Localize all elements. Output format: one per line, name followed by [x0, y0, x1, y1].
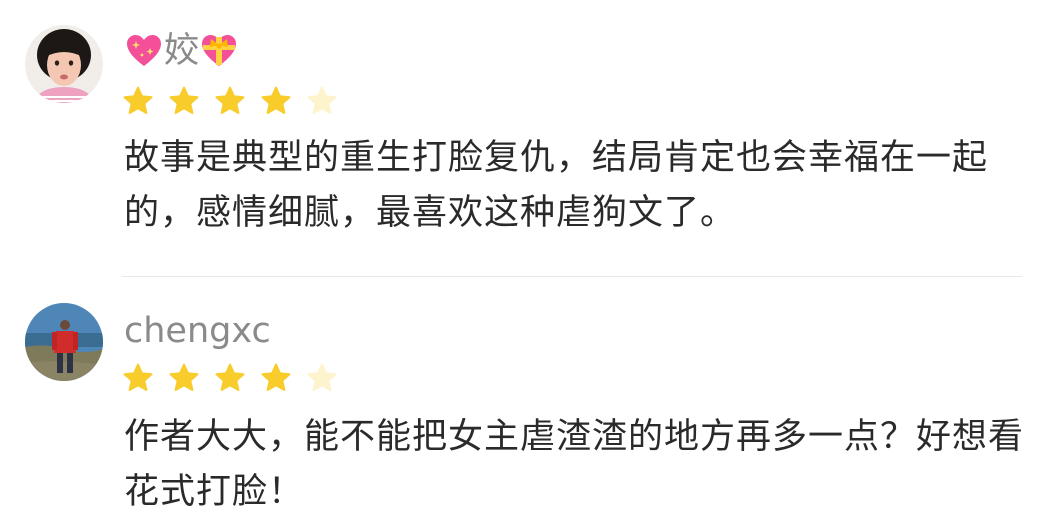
star-empty-icon — [306, 362, 338, 394]
avatar[interactable] — [25, 303, 103, 381]
comment-line: 花式打脸！ — [124, 472, 305, 512]
star-icon — [168, 362, 200, 394]
review-comment: 故事是典型的重生打脸复仇，结局肯定也会幸福在一起 的，感情细腻，最喜欢这种虐狗文… — [124, 131, 1024, 241]
star-icon — [122, 362, 154, 394]
sparkling-heart-icon — [124, 31, 164, 71]
username[interactable]: chengxc — [124, 311, 271, 351]
review-item: 姣 故事是典型的重生打脸复仇，结局肯定也会幸福在一起 的，感情细腻，最喜欢这种虐… — [0, 0, 1054, 276]
heart-with-ribbon-icon — [199, 31, 239, 71]
username-text: 姣 — [164, 31, 200, 71]
star-icon — [214, 362, 246, 394]
star-icon — [214, 85, 246, 117]
username[interactable]: 姣 — [124, 31, 239, 71]
review-item: chengxc 作者大大，能不能把女主虐渣渣的地方再多一点？好想看 花式打脸！ — [0, 277, 1054, 527]
rating-stars — [122, 85, 338, 117]
star-icon — [260, 85, 292, 117]
star-empty-icon — [306, 85, 338, 117]
avatar[interactable] — [25, 25, 103, 103]
star-icon — [168, 85, 200, 117]
comment-line: 故事是典型的重生打脸复仇，结局肯定也会幸福在一起 — [124, 138, 989, 178]
star-icon — [260, 362, 292, 394]
username-text: chengxc — [124, 311, 271, 351]
rating-stars — [122, 362, 338, 394]
review-comment: 作者大大，能不能把女主虐渣渣的地方再多一点？好想看 花式打脸！ — [124, 410, 1024, 520]
star-icon — [122, 85, 154, 117]
comment-line: 作者大大，能不能把女主虐渣渣的地方再多一点？好想看 — [124, 417, 1025, 457]
comment-line: 的，感情细腻，最喜欢这种虐狗文了。 — [124, 193, 737, 233]
